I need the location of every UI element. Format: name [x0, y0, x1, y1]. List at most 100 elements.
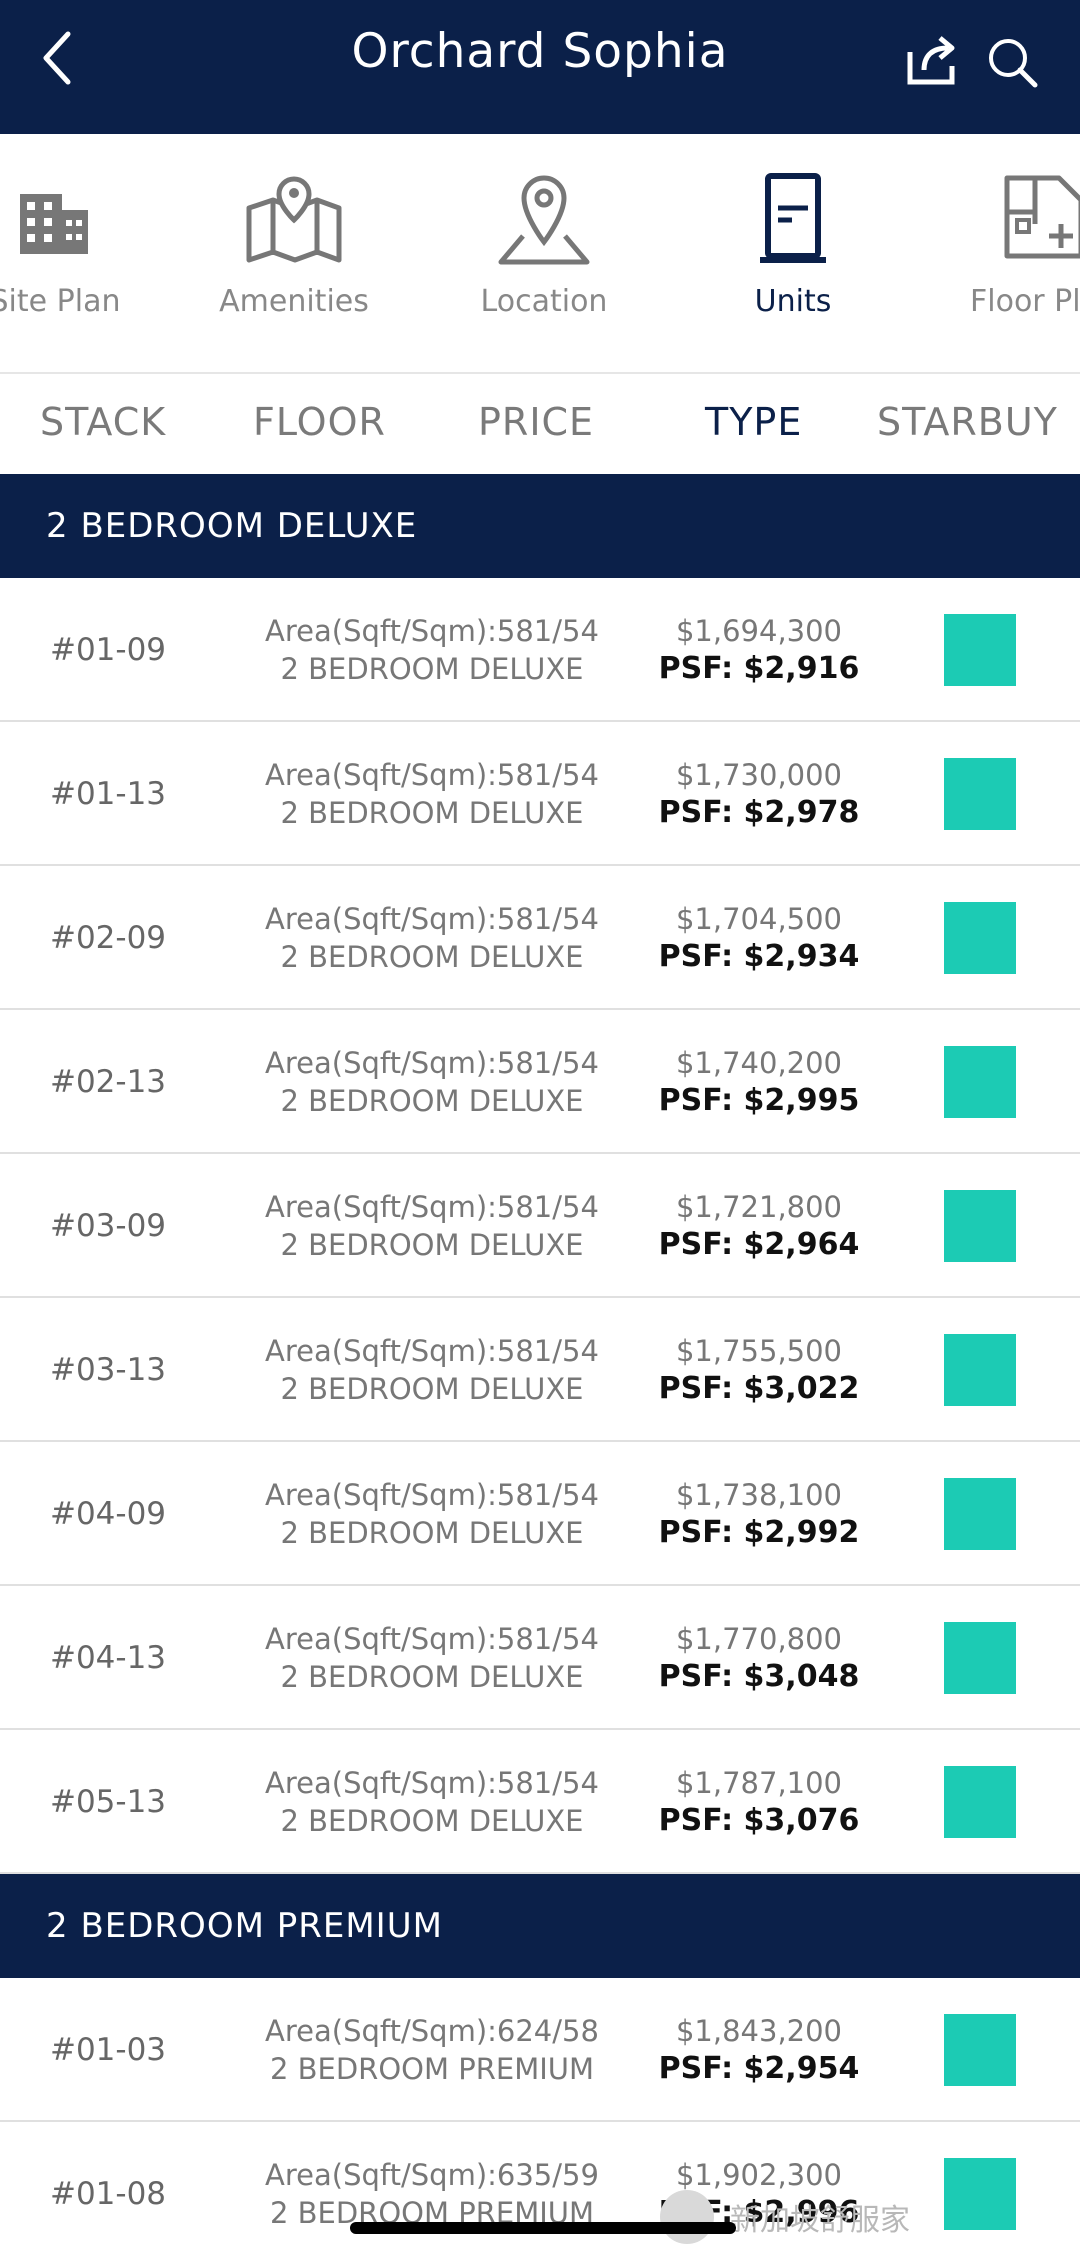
unit-price: $1,843,200 PSF: $2,954: [620, 2012, 898, 2088]
price-value: $1,902,300: [675, 2158, 843, 2192]
price-value: $1,704,500: [675, 902, 843, 936]
unit-number: #02-09: [49, 920, 167, 956]
tab-starbuy[interactable]: STARBUY: [877, 400, 1058, 444]
location-icon: [498, 175, 590, 265]
unit-area: Area(Sqft/Sqm):581/54: [265, 1478, 599, 1512]
unit-row[interactable]: #02-13 Area(Sqft/Sqm):581/54 2 BEDROOM DE…: [0, 1010, 1080, 1154]
unit-price: $1,730,000 PSF: $2,978: [620, 756, 898, 832]
nav-label: Floor Plan: [970, 284, 1080, 319]
unit-number: #05-13: [49, 1784, 167, 1820]
price-value: $1,694,300: [675, 614, 843, 648]
unit-price: $1,787,100 PSF: $3,076: [620, 1764, 898, 1840]
unit-price: $1,738,100 PSF: $2,992: [620, 1476, 898, 1552]
availability-status-swatch: [944, 758, 1016, 830]
unit-price: $1,694,300 PSF: $2,916: [620, 612, 898, 688]
share-icon[interactable]: [902, 30, 960, 88]
unit-price: $1,704,500 PSF: $2,934: [620, 900, 898, 976]
unit-type: 2 BEDROOM DELUXE: [280, 940, 584, 974]
unit-area: Area(Sqft/Sqm):581/54: [265, 614, 599, 648]
unit-area: Area(Sqft/Sqm):624/58: [265, 2014, 599, 2048]
home-indicator[interactable]: [350, 2222, 736, 2234]
unit-row[interactable]: #01-09 Area(Sqft/Sqm):581/54 2 BEDROOM DE…: [0, 578, 1080, 722]
unit-info: Area(Sqft/Sqm):581/54 2 BEDROOM DELUXE: [216, 1332, 648, 1408]
unit-area: Area(Sqft/Sqm):581/54: [265, 1334, 599, 1368]
price-value: $1,787,100: [675, 1766, 843, 1800]
unit-number: #04-09: [49, 1496, 167, 1532]
section-header: 2 BEDROOM PREMIUM: [0, 1874, 1080, 1978]
sort-tabs: STACK FLOOR PRICE TYPE STARBUY: [0, 372, 1080, 474]
unit-row[interactable]: #03-13 Area(Sqft/Sqm):581/54 2 BEDROOM DE…: [0, 1298, 1080, 1442]
price-value: $1,730,000: [675, 758, 843, 792]
unit-number: #01-08: [49, 2176, 167, 2212]
price-value: $1,843,200: [675, 2014, 843, 2048]
nav-item-floor-plan[interactable]: Floor Plan: [924, 164, 1080, 319]
availability-status-swatch: [944, 1190, 1016, 1262]
search-icon[interactable]: [984, 34, 1040, 90]
unit-number: #03-09: [49, 1208, 167, 1244]
unit-area: Area(Sqft/Sqm):581/54: [265, 758, 599, 792]
unit-type: 2 BEDROOM DELUXE: [280, 796, 584, 830]
tab-floor[interactable]: FLOOR: [253, 400, 386, 444]
unit-number: #01-13: [49, 776, 167, 812]
unit-number: #01-09: [49, 632, 167, 668]
unit-type: 2 BEDROOM DELUXE: [280, 1228, 584, 1262]
building-icon: [20, 194, 88, 254]
nav-label: Site Plan: [0, 284, 121, 319]
top-bar: Orchard Sophia: [0, 0, 1080, 134]
unit-info: Area(Sqft/Sqm):581/54 2 BEDROOM DELUXE: [216, 1764, 648, 1840]
nav-item-site-plan[interactable]: Site Plan: [0, 164, 175, 319]
nav-label: Units: [754, 284, 832, 319]
unit-info: Area(Sqft/Sqm):581/54 2 BEDROOM DELUXE: [216, 1476, 648, 1552]
price-value: $1,738,100: [675, 1478, 843, 1512]
unit-number: #03-13: [49, 1352, 167, 1388]
psf-value: PSF: $2,934: [658, 939, 860, 974]
unit-row[interactable]: #03-09 Area(Sqft/Sqm):581/54 2 BEDROOM DE…: [0, 1154, 1080, 1298]
unit-row[interactable]: #01-13 Area(Sqft/Sqm):581/54 2 BEDROOM DE…: [0, 722, 1080, 866]
nav-label: Amenities: [219, 284, 369, 319]
section-nav: Site Plan Amenities Location Units Floor…: [0, 134, 1080, 372]
availability-status-swatch: [944, 902, 1016, 974]
unit-info: Area(Sqft/Sqm):624/58 2 BEDROOM PREMIUM: [216, 2012, 648, 2088]
psf-value: PSF: $2,978: [658, 795, 860, 830]
unit-info: Area(Sqft/Sqm):581/54 2 BEDROOM DELUXE: [216, 1620, 648, 1696]
unit-number: #01-03: [49, 2032, 167, 2068]
psf-value: PSF: $3,022: [658, 1371, 860, 1406]
availability-status-swatch: [944, 1766, 1016, 1838]
watermark: 新加坡舒服家: [660, 2190, 910, 2244]
tab-stack[interactable]: STACK: [40, 400, 166, 444]
unit-number: #02-13: [49, 1064, 167, 1100]
psf-value: PSF: $2,992: [658, 1515, 860, 1550]
psf-value: PSF: $2,964: [658, 1227, 860, 1262]
nav-item-units[interactable]: Units: [673, 164, 913, 319]
floor-plan-icon: [1004, 175, 1080, 259]
psf-value: PSF: $2,954: [658, 2051, 860, 2086]
availability-status-swatch: [944, 1334, 1016, 1406]
unit-row[interactable]: #04-13 Area(Sqft/Sqm):581/54 2 BEDROOM DE…: [0, 1586, 1080, 1730]
price-value: $1,770,800: [675, 1622, 843, 1656]
unit-type: 2 BEDROOM DELUXE: [280, 1516, 584, 1550]
tab-type[interactable]: TYPE: [705, 400, 802, 444]
availability-status-swatch: [944, 2158, 1016, 2230]
unit-info: Area(Sqft/Sqm):581/54 2 BEDROOM DELUXE: [216, 1044, 648, 1120]
nav-item-amenities[interactable]: Amenities: [174, 164, 414, 319]
watermark-logo-icon: [660, 2190, 714, 2244]
unit-area: Area(Sqft/Sqm):581/54: [265, 1190, 599, 1224]
unit-row[interactable]: #02-09 Area(Sqft/Sqm):581/54 2 BEDROOM DE…: [0, 866, 1080, 1010]
unit-area: Area(Sqft/Sqm):635/59: [265, 2158, 599, 2192]
psf-value: PSF: $2,916: [658, 651, 860, 686]
section-header: 2 BEDROOM DELUXE: [0, 474, 1080, 578]
unit-price: $1,755,500 PSF: $3,022: [620, 1332, 898, 1408]
availability-status-swatch: [944, 1046, 1016, 1118]
unit-row[interactable]: #05-13 Area(Sqft/Sqm):581/54 2 BEDROOM DE…: [0, 1730, 1080, 1874]
unit-area: Area(Sqft/Sqm):581/54: [265, 1046, 599, 1080]
unit-row[interactable]: #01-03 Area(Sqft/Sqm):624/58 2 BEDROOM PR…: [0, 1978, 1080, 2122]
tab-price[interactable]: PRICE: [478, 400, 594, 444]
unit-info: Area(Sqft/Sqm):581/54 2 BEDROOM DELUXE: [216, 900, 648, 976]
unit-type: 2 BEDROOM DELUXE: [280, 1372, 584, 1406]
nav-label: Location: [480, 284, 608, 319]
unit-type: 2 BEDROOM DELUXE: [280, 652, 584, 686]
unit-number: #04-13: [49, 1640, 167, 1676]
nav-item-location[interactable]: Location: [424, 164, 664, 319]
availability-status-swatch: [944, 2014, 1016, 2086]
unit-row[interactable]: #04-09 Area(Sqft/Sqm):581/54 2 BEDROOM DE…: [0, 1442, 1080, 1586]
